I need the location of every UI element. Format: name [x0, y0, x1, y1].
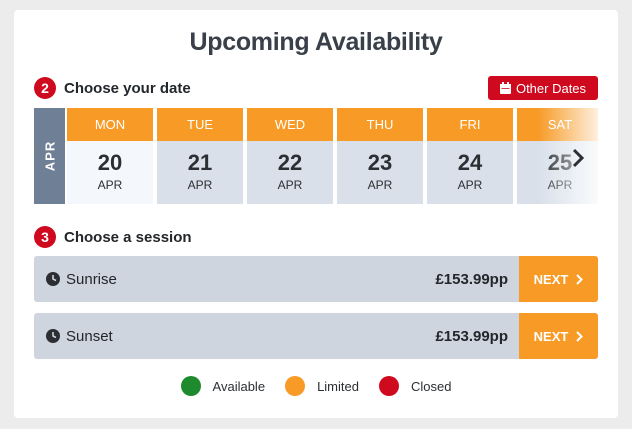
- date-option[interactable]: THU 23 APR: [335, 108, 423, 204]
- availability-legend: Available Limited Closed: [14, 376, 618, 396]
- day-weekday: FRI: [427, 108, 513, 141]
- day-number: 24: [457, 150, 483, 175]
- session-price: £153.99pp: [435, 270, 508, 288]
- legend-available-dot: [180, 376, 201, 396]
- day-number: 21: [187, 150, 213, 175]
- legend-item: Available: [180, 376, 266, 396]
- legend-limited-dot: [285, 376, 306, 396]
- legend-item: Closed: [378, 376, 452, 396]
- other-dates-button[interactable]: Other Dates: [488, 76, 598, 100]
- day-weekday: WED: [247, 108, 333, 141]
- legend-item: Limited: [285, 376, 359, 396]
- chevron-right-icon: [576, 273, 584, 285]
- step-label: Choose a session: [64, 228, 192, 246]
- date-option[interactable]: FRI 24 APR: [425, 108, 513, 204]
- clock-icon: [46, 329, 60, 343]
- session-price: £153.99pp: [435, 327, 508, 345]
- clock-icon: [46, 272, 60, 286]
- step-label: Choose your date: [64, 79, 191, 97]
- step-number: 3: [34, 226, 56, 248]
- next-button[interactable]: NEXT: [519, 313, 598, 359]
- session-row[interactable]: Sunrise £153.99pp NEXT: [34, 256, 598, 302]
- month-label: APR: [34, 108, 65, 204]
- day-month: APR: [187, 178, 213, 192]
- calendar-icon: [499, 82, 511, 94]
- next-button[interactable]: NEXT: [519, 256, 598, 302]
- day-month: APR: [457, 178, 483, 192]
- step-number: 2: [34, 77, 56, 99]
- day-month: APR: [97, 178, 123, 192]
- day-weekday: TUE: [157, 108, 243, 141]
- date-carousel: APR MON 20 APR TUE 21 APR WED 22 APR THU…: [34, 108, 598, 204]
- session-name: Sunrise: [66, 270, 117, 288]
- date-option[interactable]: WED 22 APR: [245, 108, 333, 204]
- day-number: 23: [367, 150, 393, 175]
- legend-label: Closed: [410, 378, 452, 394]
- day-weekday: MON: [67, 108, 153, 141]
- chevron-right-icon: [576, 330, 584, 342]
- availability-card: Upcoming Availability 2 Choose your date…: [14, 10, 618, 418]
- legend-label: Limited: [317, 378, 359, 394]
- day-month: APR: [367, 178, 393, 192]
- day-number: 20: [97, 150, 123, 175]
- other-dates-label: Other Dates: [515, 80, 587, 96]
- session-name: Sunset: [66, 327, 113, 345]
- legend-closed-dot: [378, 376, 399, 396]
- step-choose-session: 3 Choose a session: [34, 226, 192, 248]
- day-number: 22: [277, 150, 303, 175]
- session-row[interactable]: Sunset £153.99pp NEXT: [34, 313, 598, 359]
- next-label: NEXT: [533, 328, 569, 344]
- page-title: Upcoming Availability: [189, 28, 443, 56]
- date-option[interactable]: TUE 21 APR: [155, 108, 243, 204]
- chevron-right-icon[interactable]: [568, 148, 588, 168]
- day-weekday: THU: [337, 108, 423, 141]
- next-label: NEXT: [533, 271, 569, 287]
- day-month: APR: [277, 178, 303, 192]
- step-choose-date: 2 Choose your date: [34, 77, 191, 99]
- date-option[interactable]: MON 20 APR: [65, 108, 153, 204]
- legend-label: Available: [212, 378, 266, 394]
